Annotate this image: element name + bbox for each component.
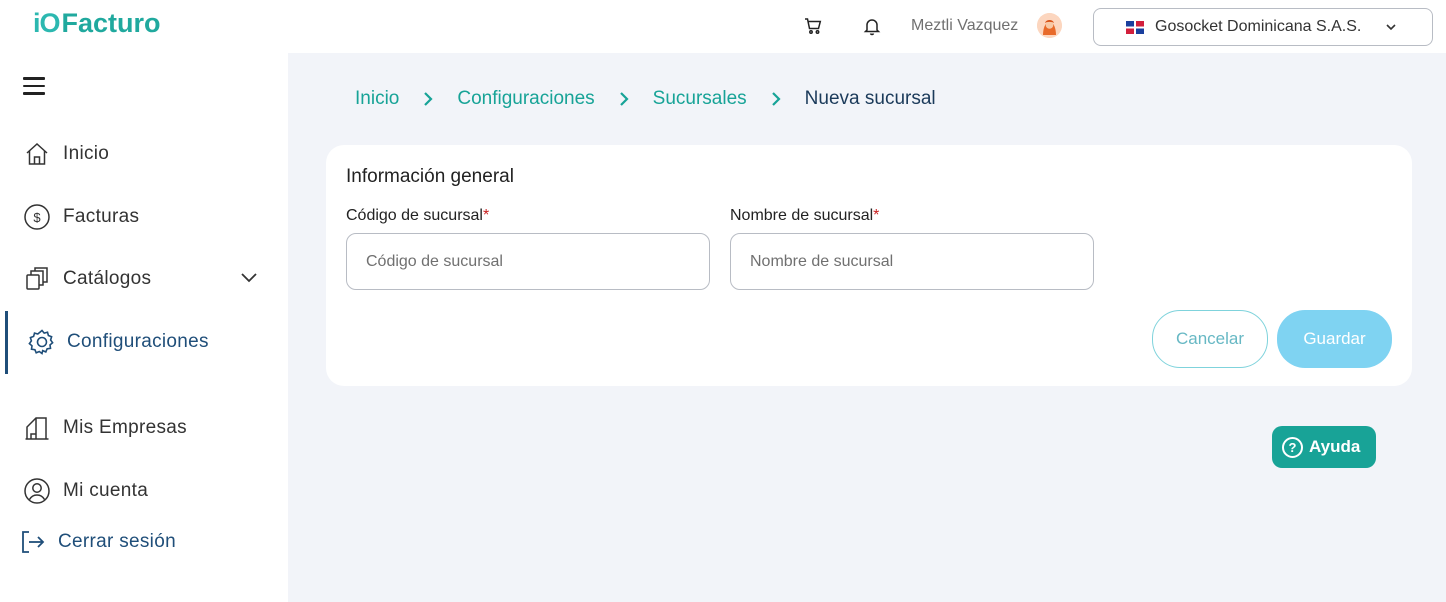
sidebar-item-configuraciones[interactable]: Configuraciones <box>0 320 288 364</box>
building-icon <box>23 414 51 442</box>
sidebar-item-catalogos[interactable]: Catálogos <box>0 257 288 301</box>
branch-name-input[interactable] <box>730 233 1094 290</box>
breadcrumb: Inicio Configuraciones Sucursales Nueva … <box>355 88 936 110</box>
chevron-right-icon <box>421 90 435 108</box>
sidebar-item-mi-cuenta[interactable]: Mi cuenta <box>0 469 288 513</box>
sidebar-item-label: Cerrar sesión <box>58 531 176 552</box>
chevron-down-icon <box>1384 20 1398 39</box>
dollar-circle-icon: $ <box>23 203 51 231</box>
sidebar-item-facturas[interactable]: $ Facturas <box>0 195 288 239</box>
chevron-right-icon <box>769 90 783 108</box>
required-mark: * <box>482 207 490 224</box>
hamburger-menu-icon[interactable] <box>23 77 45 97</box>
help-icon: ? <box>1282 436 1303 458</box>
sidebar-item-label: Mis Empresas <box>63 417 187 438</box>
company-name: Gosocket Dominicana S.A.S. <box>1155 18 1362 35</box>
home-icon <box>23 140 51 168</box>
branch-code-label: Código de sucursal* <box>346 207 489 225</box>
sidebar-item-label: Facturas <box>63 206 140 227</box>
branch-name-label: Nombre de sucursal* <box>730 207 879 225</box>
breadcrumb-sucursales[interactable]: Sucursales <box>653 88 747 110</box>
cancel-button[interactable]: Cancelar <box>1152 310 1268 368</box>
sidebar-item-label: Catálogos <box>63 268 152 289</box>
help-button[interactable]: ? Ayuda <box>1272 426 1376 468</box>
breadcrumb-current: Nueva sucursal <box>804 88 936 109</box>
branch-code-input[interactable] <box>346 233 710 290</box>
top-bar: iO Facturo Meztli Vazquez Gosocket Domin… <box>0 0 1446 53</box>
logo[interactable]: iO Facturo <box>33 8 161 38</box>
breadcrumb-inicio[interactable]: Inicio <box>355 88 399 110</box>
help-label: Ayuda <box>1309 437 1361 456</box>
branch-code-label-text: Código de sucursal <box>346 207 483 224</box>
logout-icon <box>18 528 46 556</box>
branch-name-label-text: Nombre de sucursal <box>730 207 874 224</box>
required-mark: * <box>873 207 880 224</box>
sidebar-item-inicio[interactable]: Inicio <box>0 132 288 176</box>
sidebar-item-label: Configuraciones <box>67 331 209 352</box>
sidebar-item-label: Mi cuenta <box>63 480 149 501</box>
user-circle-icon <box>23 477 51 505</box>
chevron-right-icon <box>617 90 631 108</box>
breadcrumb-configuraciones[interactable]: Configuraciones <box>457 88 594 110</box>
company-selector[interactable]: Gosocket Dominicana S.A.S. <box>1093 8 1433 46</box>
bell-icon[interactable] <box>861 15 883 37</box>
sidebar-item-mis-empresas[interactable]: Mis Empresas <box>0 406 288 450</box>
main-content: Inicio Configuraciones Sucursales Nueva … <box>288 53 1446 602</box>
user-name[interactable]: Meztli Vazquez <box>911 17 1018 35</box>
logo-mark: iO <box>33 7 60 38</box>
save-button[interactable]: Guardar <box>1277 310 1392 368</box>
sidebar: Inicio $ Facturas Catálogos Configuracio… <box>0 53 288 602</box>
sidebar-item-label: Inicio <box>63 143 110 164</box>
cart-icon[interactable] <box>802 15 824 37</box>
card-title: Información general <box>346 166 514 187</box>
logo-text: Facturo <box>61 7 161 38</box>
gear-icon <box>28 328 56 356</box>
svg-text:$: $ <box>33 210 41 225</box>
sidebar-item-cerrar-sesion[interactable]: Cerrar sesión <box>0 520 288 564</box>
chevron-down-icon[interactable] <box>238 266 260 293</box>
dominican-flag-icon <box>1126 20 1144 34</box>
catalog-icon <box>23 265 51 293</box>
general-info-card: Información general Código de sucursal* … <box>326 145 1412 386</box>
avatar[interactable] <box>1037 13 1062 38</box>
